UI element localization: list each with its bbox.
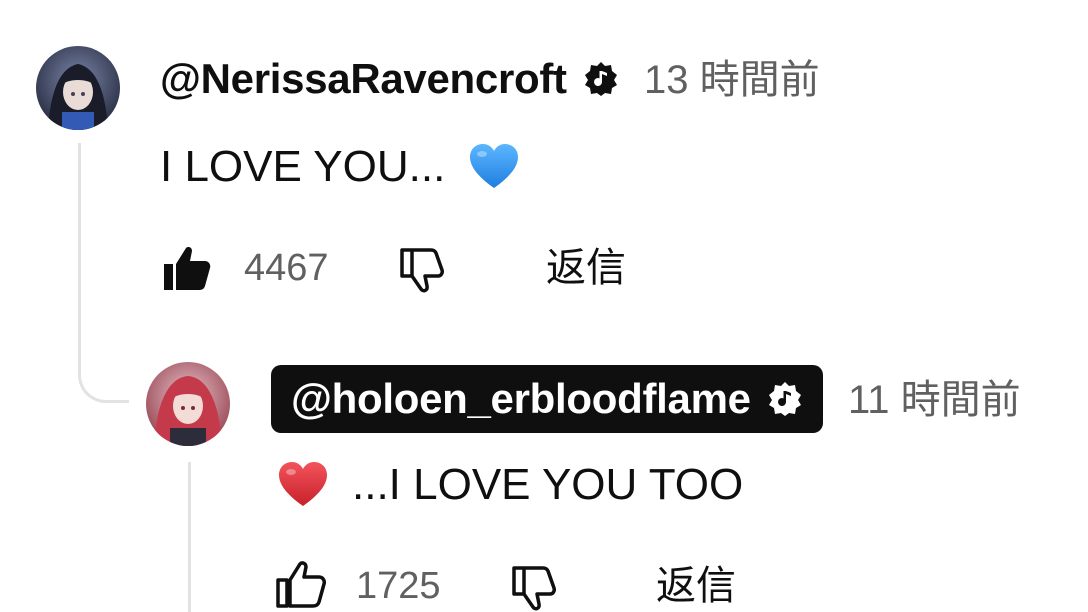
comment-thread: @NerissaRavencroft 13 時間前 I LOVE YOU... bbox=[0, 0, 1088, 612]
author-handle-text: @NerissaRavencroft bbox=[160, 55, 567, 102]
thread-connector-curve bbox=[78, 300, 129, 403]
like-count: 1725 bbox=[356, 565, 441, 607]
reply-text: ...I LOVE YOU TOO bbox=[352, 460, 744, 509]
dislike-button[interactable] bbox=[510, 564, 560, 612]
thread-line-main bbox=[78, 143, 81, 313]
reply-body: ...I LOVE YOU TOO bbox=[276, 458, 743, 512]
comment-body: I LOVE YOU... bbox=[160, 140, 521, 194]
thumbs-down-icon bbox=[512, 566, 556, 611]
music-verified-icon bbox=[584, 62, 617, 96]
reply-button[interactable]: 返信 bbox=[546, 248, 626, 288]
reply-timestamp: 11 時間前 bbox=[848, 378, 1021, 422]
like-button[interactable] bbox=[160, 244, 212, 292]
blue-heart-icon bbox=[470, 144, 519, 188]
red-heart-icon bbox=[279, 462, 327, 506]
thread-line-reply bbox=[188, 462, 191, 612]
reply-author-handle[interactable]: @holoen_erbloodflame bbox=[271, 365, 823, 433]
comment-timestamp: 13 時間前 bbox=[644, 58, 820, 102]
comment-author-handle[interactable]: @NerissaRavencroft bbox=[160, 58, 619, 100]
music-verified-icon bbox=[768, 382, 801, 416]
avatar[interactable] bbox=[146, 362, 230, 446]
author-handle-text: @holoen_erbloodflame bbox=[291, 375, 751, 422]
comment-text: I LOVE YOU... bbox=[160, 142, 446, 191]
thumbs-up-filled-icon bbox=[164, 247, 211, 290]
thumbs-up-icon bbox=[276, 561, 326, 608]
reply-button[interactable]: 返信 bbox=[656, 566, 736, 606]
dislike-button[interactable] bbox=[398, 246, 448, 294]
thumbs-down-icon bbox=[400, 248, 444, 293]
like-count: 4467 bbox=[244, 247, 329, 289]
like-button[interactable] bbox=[274, 560, 326, 608]
avatar[interactable] bbox=[36, 46, 120, 130]
